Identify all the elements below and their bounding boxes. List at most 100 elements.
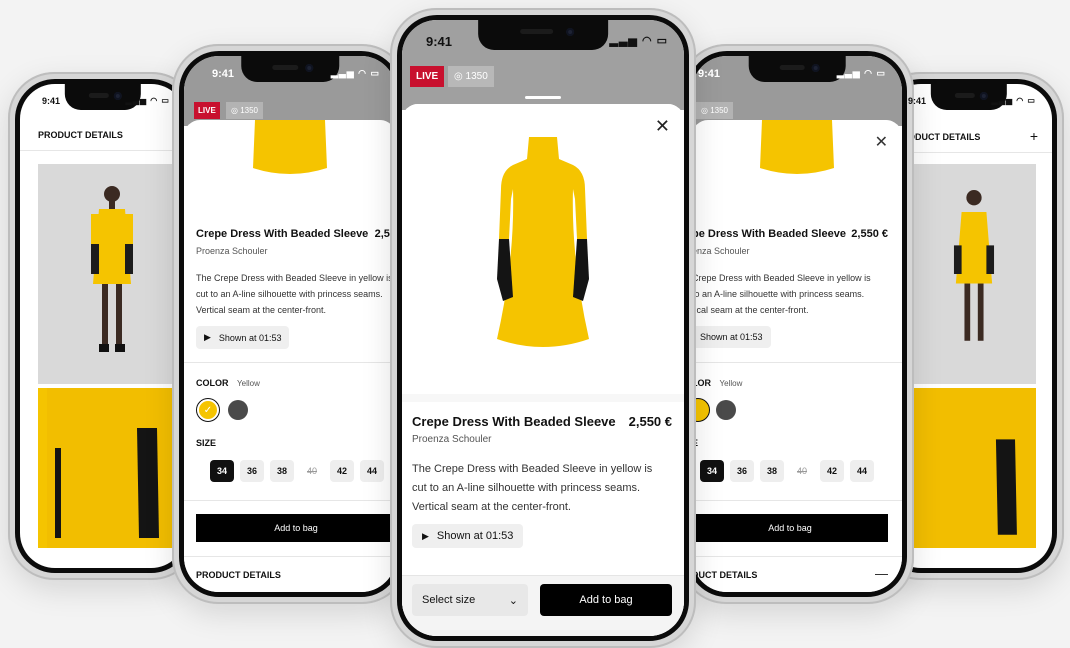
viewer-count: ◎ 1350 — [448, 66, 494, 87]
product-name: pe Dress With Beaded Sleeve — [692, 228, 846, 240]
model-photo-figure — [91, 186, 133, 352]
phone-screen: 9:41 ▂▃▅ ◠ ▭ ◎ 1350 ✕ pe Dress With Bead… — [692, 56, 902, 592]
phone-screen: 9:41 ▂▃▅ ◠ ▭ LIVE ◎ 1350 ✕ Crepe Dress W… — [402, 20, 684, 636]
viewer-count-value: 1350 — [710, 106, 728, 115]
product-details-title: PRODUCT DETAILS — [38, 130, 123, 140]
size-option[interactable]: 36 — [240, 460, 264, 482]
status-time: 9:41 — [698, 68, 721, 80]
desc-line: Crepe Dress with Beaded Sleeve in yellow… — [692, 273, 871, 283]
shown-at-button[interactable]: Shown at 01:53 — [692, 326, 771, 348]
product-name: Crepe Dress With Beaded Sleeve — [196, 228, 369, 240]
phone-bezel: 9:41 ▂▃▅ ◠ ▭ PRODUCT DETAILS — [15, 79, 191, 573]
notch — [241, 56, 339, 82]
status-time: 9:41 — [426, 34, 453, 49]
size-option[interactable]: 44 — [850, 460, 874, 482]
product-name: Crepe Dress With Beaded Sleeve — [412, 414, 616, 429]
dress-image-figure — [497, 137, 589, 347]
viewer-count: ◎ 1350 — [226, 102, 263, 119]
expand-icon[interactable]: + — [1030, 128, 1038, 144]
shown-at-label: Shown at 01:53 — [700, 332, 763, 342]
color-label: LOR Yellow — [692, 378, 742, 388]
viewer-count: ◎ 1350 — [696, 102, 733, 119]
shown-at-button[interactable]: ▶ Shown at 01:53 — [412, 524, 524, 548]
phone-right: 9:41 ▂▃▅ ◠ ▭ ◎ 1350 ✕ pe Dress With Bead… — [680, 44, 914, 604]
size-option[interactable]: 34 — [210, 460, 234, 482]
phone-screen: 9:41 ▂▃▅ ◠ ▭ PRODUCT DETAILS — [20, 84, 186, 568]
shown-at-label: Shown at 01:53 — [436, 530, 514, 542]
phone-screen: 9:41 ▂▃▅ ◠ ▭ LIVE ◎ 1350 Crepe Dress Wit… — [184, 56, 396, 592]
size-option[interactable]: 42 — [820, 460, 844, 482]
notch — [748, 56, 846, 82]
product-details-title[interactable]: DUCT DETAILS — [692, 570, 757, 580]
model-photo — [38, 164, 186, 384]
eye-icon: ◎ — [701, 106, 711, 115]
status-time: 9:41 — [908, 96, 927, 106]
product-description: The Crepe Dress with Beaded Sleeve in ye… — [196, 270, 393, 318]
play-icon: ▶ — [204, 332, 211, 342]
size-option-unavailable: 40 — [306, 466, 317, 476]
product-sheet: ✕ pe Dress With Beaded Sleeve 2,550 € en… — [692, 120, 902, 592]
size-label: SIZE — [196, 438, 217, 448]
add-to-bag-button[interactable]: Add to bag — [692, 514, 888, 542]
product-sheet: Crepe Dress With Beaded Sleeve 2,55 Proe… — [184, 120, 396, 592]
color-swatch-yellow[interactable]: ✓ — [196, 398, 220, 422]
desc-line: to an A-line silhouette with princess se… — [692, 289, 865, 299]
product-description: The Crepe Dress with Beaded Sleeve in ye… — [412, 463, 653, 513]
phone-center: 9:41 ▂▃▅ ◠ ▭ LIVE ◎ 1350 ✕ Crepe Dress W… — [390, 8, 696, 648]
desc-line: cut to an A-line silhouette with princes… — [196, 289, 383, 299]
shown-at-label: Shown at 01:53 — [218, 332, 282, 343]
dress-image-figure — [760, 120, 834, 174]
phone-bezel: 9:41 ▂▃▅ ◠ ▭ LIVE ◎ 1350 ✕ Crepe Dress W… — [397, 15, 689, 641]
shown-at-button[interactable]: ▶ Shown at 01:53 — [196, 326, 290, 349]
viewer-count-value: 1350 — [240, 106, 258, 115]
close-icon[interactable]: ✕ — [655, 116, 670, 137]
product-sheet: ✕ Crepe Dress With Beaded Sleeve 2,550 €… — [402, 104, 684, 636]
select-size-label: Select size — [422, 594, 476, 606]
drag-handle[interactable] — [525, 96, 561, 99]
size-options: 34 36 38 40 42 44 — [700, 460, 874, 482]
size-option[interactable]: 38 — [760, 460, 784, 482]
select-size-dropdown[interactable]: Select size ⌄ — [412, 584, 528, 616]
size-option[interactable]: 44 — [360, 460, 384, 482]
status-icons: ▂▃▅ ◠ ▭ — [609, 35, 668, 47]
size-option[interactable]: 38 — [270, 460, 294, 482]
color-label-text: COLOR — [196, 378, 229, 388]
size-option-unavailable: 40 — [796, 466, 807, 476]
add-to-bag-button[interactable]: Add to bag — [196, 514, 396, 542]
dress-image-figure — [253, 120, 327, 174]
color-swatch-dark[interactable] — [228, 400, 248, 420]
size-options: 34 36 38 40 42 44 — [210, 460, 384, 482]
desc-line: tical seam at the center-front. — [692, 305, 809, 315]
size-option[interactable]: 42 — [330, 460, 354, 482]
status-time: 9:41 — [212, 68, 235, 80]
product-details-title[interactable]: PRODUCT DETAILS — [196, 570, 281, 580]
desc-line: Vertical seam at the center-front. — [196, 305, 327, 315]
product-image: ✕ — [402, 104, 684, 394]
dress-detail-photo — [912, 388, 1036, 548]
live-badge: LIVE — [194, 102, 220, 119]
status-icons: ▂▃▅ ◠ ▭ — [991, 96, 1036, 105]
live-badge: LIVE — [410, 66, 445, 87]
product-brand: enza Schouler — [692, 246, 750, 256]
size-option[interactable]: 34 — [700, 460, 724, 482]
phone-bezel: 9:41 ▂▃▅ ◠ ▭ ◎ 1350 ✕ pe Dress With Bead… — [687, 51, 907, 597]
add-to-bag-button[interactable]: Add to bag — [540, 584, 672, 616]
size-option[interactable]: 36 — [730, 460, 754, 482]
close-icon[interactable]: ✕ — [875, 132, 888, 152]
product-image — [184, 120, 396, 220]
product-details-title: ODUCT DETAILS — [908, 132, 981, 142]
collapse-icon[interactable]: — — [875, 566, 888, 581]
eye-icon: ◎ — [231, 106, 241, 115]
color-label: COLOR Yellow — [196, 378, 260, 388]
status-icons: ▂▃▅ ◠ ▭ — [330, 68, 380, 78]
model-photo — [912, 164, 1036, 384]
dress-detail-photo — [38, 388, 186, 548]
status-time: 9:41 — [42, 96, 61, 106]
product-brand: Proenza Schouler — [196, 246, 268, 256]
dress-detail-figure — [995, 439, 1017, 535]
viewer-count-value: 1350 — [465, 71, 488, 82]
color-value: Yellow — [719, 379, 743, 388]
color-swatch-dark[interactable] — [716, 400, 736, 420]
desc-line: The Crepe Dress with Beaded Sleeve in ye… — [196, 273, 393, 283]
product-price: 2,550 € — [628, 414, 672, 429]
